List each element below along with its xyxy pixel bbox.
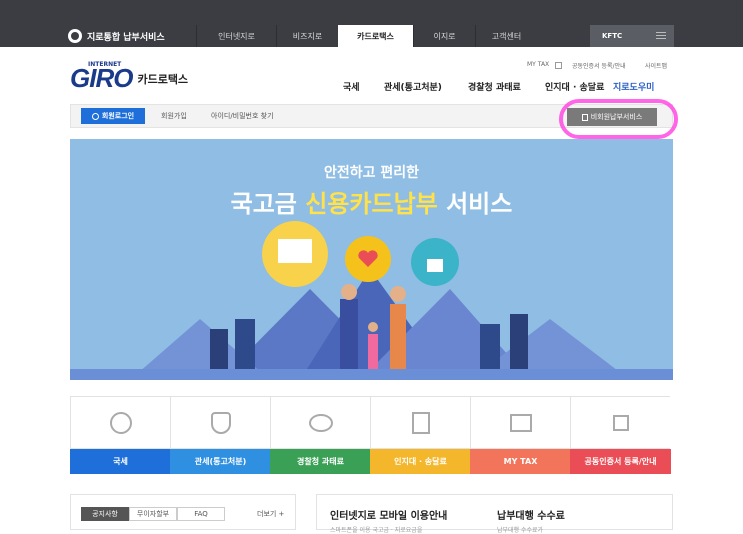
topnav-item-customer-center[interactable]: 고객센터: [475, 25, 537, 47]
gnb-item-police-fine[interactable]: 경찰청 과태료: [468, 80, 521, 93]
notice-panel: 공지사항 무이자할부 FAQ 더보기 +: [70, 494, 296, 530]
brand-label: 지로통합 납부서비스: [87, 32, 165, 43]
building: [210, 329, 228, 369]
site-logo[interactable]: INTERNET GIRO 카드로택스: [70, 61, 189, 93]
building: [480, 324, 500, 369]
padlock-icon: [427, 259, 443, 272]
member-login-label: 회원로그인: [101, 112, 135, 120]
document-icon: [411, 411, 430, 434]
member-login-button[interactable]: 회원로그인: [81, 108, 145, 124]
gnb-item-stamp-fee[interactable]: 인지대 · 송달료: [545, 80, 604, 93]
util-mytax-link[interactable]: MY TAX: [527, 61, 549, 68]
hero-banner[interactable]: 안전하고 편리한 국고금 신용카드납부 서비스: [70, 139, 673, 380]
service-label-5[interactable]: 공동인증서 등록/안내: [570, 449, 671, 474]
service-label-3[interactable]: 인지대 · 송달료: [370, 449, 471, 474]
credit-card-icon: [278, 239, 312, 263]
tab-notice[interactable]: 공지사항: [81, 507, 129, 521]
dad-figure: [340, 299, 358, 369]
service-shortcuts: 국세 관세(통고처분) 경찰청 과태료 인지대 · 송달료 MY TAX 공동인증서 등록…: [70, 396, 673, 474]
highlight-circle: [559, 99, 678, 139]
logo-internet-text: INTERNET: [88, 61, 122, 68]
child-figure: [368, 334, 378, 369]
lock-icon: [612, 414, 629, 431]
topnav-item-card-ro-tax[interactable]: 카드로택스: [338, 25, 413, 47]
building: [235, 319, 255, 369]
tab-interest-free[interactable]: 무이자할부: [129, 507, 177, 521]
util-sitemap-link[interactable]: 사이트맵: [645, 61, 667, 70]
dropdown-icon[interactable]: [555, 62, 562, 69]
customs-icon: [210, 411, 231, 434]
ground: [70, 369, 673, 380]
service-icon-box[interactable]: [370, 396, 470, 449]
nts-icon: [109, 411, 132, 434]
site-header: INTERNET GIRO 카드로택스 MY TAX 공동인증서 등록/안내 사…: [0, 47, 743, 102]
dad-head: [341, 284, 357, 300]
gnb-item-national-tax[interactable]: 국세: [343, 80, 360, 93]
police-icon: [308, 413, 333, 432]
hero-illustration: [70, 221, 673, 380]
kftc-label: KFTC: [602, 32, 623, 40]
util-cert-link[interactable]: 공동인증서 등록/안내: [572, 61, 626, 70]
mytax-icon: [509, 413, 532, 432]
service-label-2[interactable]: 경찰청 과태료: [270, 449, 371, 474]
service-icon-box[interactable]: [570, 396, 670, 449]
logo-cardrotax-text: 카드로택스: [137, 73, 189, 86]
logo-giro-text: GIRO: [70, 63, 133, 93]
building: [510, 314, 528, 369]
service-icon-box[interactable]: [270, 396, 370, 449]
gnb-item-customs[interactable]: 관세(통고처분): [384, 80, 442, 93]
mom-head: [390, 286, 406, 302]
child-head: [368, 322, 378, 332]
info-panel: 인터넷지로 모바일 이용안내 스마트폰을 이용 국고금 · 지로요금을 납부대행…: [316, 494, 673, 534]
more-link[interactable]: 더보기 +: [257, 509, 284, 519]
service-icon-box[interactable]: [470, 396, 570, 449]
service-icon-box[interactable]: [70, 396, 170, 449]
globe-icon: [68, 29, 82, 43]
mobile-guide-title[interactable]: 인터넷지로 모바일 이용안내: [330, 507, 447, 522]
service-label-4[interactable]: MY TAX: [470, 449, 571, 474]
topnav-item-easy-giro[interactable]: 이지로: [413, 25, 475, 47]
topnav-item-biz-giro[interactable]: 비즈지로: [276, 25, 338, 47]
top-navigation-bar: 지로통합 납부서비스 인터넷지로 비즈지로 카드로택스 이지로 고객센터 KFT…: [0, 0, 743, 47]
giro-brand[interactable]: 지로통합 납부서비스: [68, 25, 165, 47]
service-label-0[interactable]: 국세: [70, 449, 171, 474]
kftc-menu[interactable]: KFTC: [590, 25, 674, 47]
gnb-item-giro-helper[interactable]: 지로도우미: [613, 80, 654, 93]
fee-title[interactable]: 납부대행 수수료: [497, 507, 565, 522]
join-link[interactable]: 회원가입: [161, 111, 187, 121]
tab-faq[interactable]: FAQ: [177, 507, 225, 521]
search-person-icon: [91, 112, 99, 120]
hamburger-icon[interactable]: [656, 32, 666, 33]
topnav-item-internet-giro[interactable]: 인터넷지로: [196, 25, 276, 47]
mom-figure: [390, 304, 406, 369]
service-label-1[interactable]: 관세(통고처분): [170, 449, 271, 474]
find-id-password-link[interactable]: 아이디/비밀번호 찾기: [211, 111, 274, 121]
service-icon-box[interactable]: [170, 396, 270, 449]
